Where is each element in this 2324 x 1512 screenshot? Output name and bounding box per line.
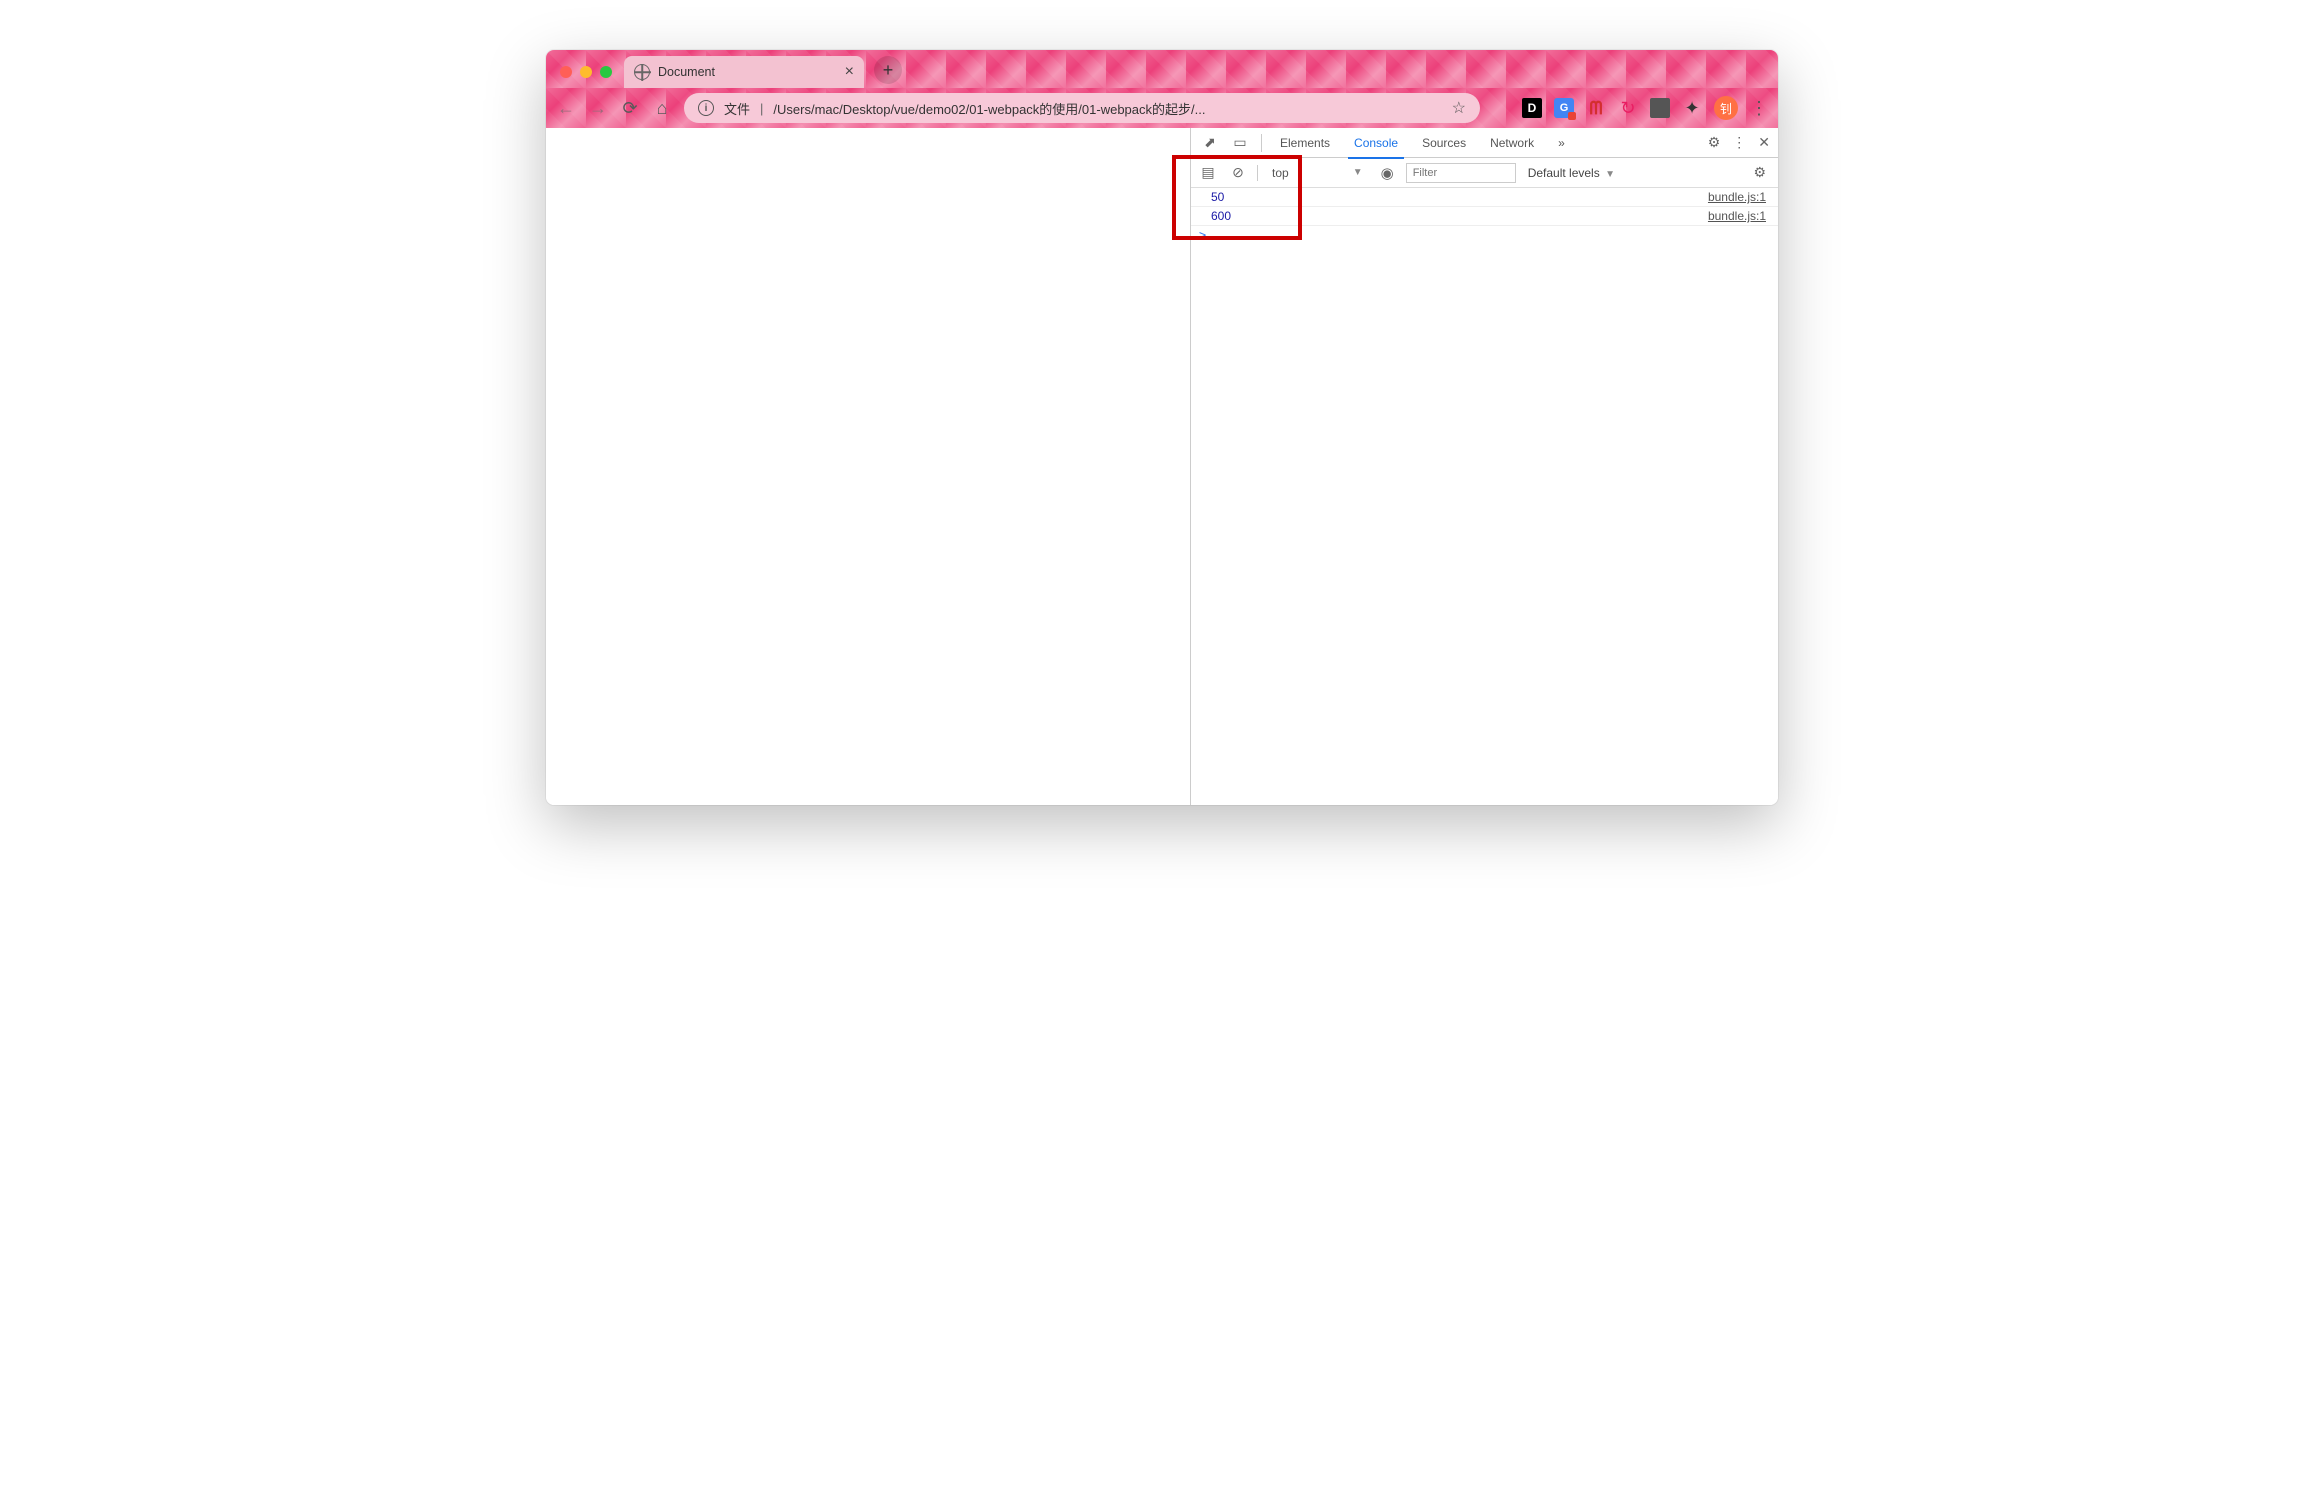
profile-avatar[interactable]: 钊 — [1714, 96, 1738, 120]
chevron-down-icon: ▼ — [1605, 169, 1615, 180]
google-translate-icon[interactable]: G — [1554, 98, 1574, 118]
globe-icon — [634, 64, 650, 80]
url-path: /Users/mac/Desktop/vue/demo02/01-webpack… — [773, 99, 1441, 118]
home-button[interactable]: ⌂ — [652, 98, 672, 119]
refresh-extension-icon[interactable]: ↻ — [1618, 98, 1638, 118]
devtools-tab-bar: ⬈ ▭ Elements Console Sources Network » ⚙… — [1191, 128, 1778, 158]
device-toolbar-icon[interactable]: ▭ — [1227, 134, 1253, 151]
back-button[interactable]: ← — [556, 98, 576, 119]
browser-tab[interactable]: Document × — [624, 56, 864, 88]
reload-button[interactable]: ⟳ — [620, 98, 640, 119]
extensions-puzzle-icon[interactable]: ✦ — [1682, 98, 1702, 118]
minimize-window-button[interactable] — [580, 66, 592, 78]
url-separator: | — [760, 101, 763, 116]
live-expression-icon[interactable]: ◉ — [1381, 164, 1394, 182]
qr-extension-icon[interactable] — [1492, 99, 1510, 117]
close-tab-button[interactable]: × — [845, 63, 854, 81]
console-prompt[interactable]: > — [1191, 226, 1778, 244]
log-value: 600 — [1211, 209, 1231, 223]
console-log-area: 50 bundle.js:1 600 bundle.js:1 > — [1191, 188, 1778, 244]
execution-context-selector[interactable]: top ▼ — [1266, 166, 1369, 180]
devtools-kebab-icon[interactable]: ⋮ — [1732, 134, 1746, 151]
close-window-button[interactable] — [560, 66, 572, 78]
browser-window: Document × + ← → ⟳ ⌂ i 文件 | /Users/mac/D… — [546, 50, 1778, 805]
content-area: ⬈ ▭ Elements Console Sources Network » ⚙… — [546, 128, 1778, 805]
m-extension-icon[interactable]: ᗰ — [1586, 98, 1606, 118]
site-info-icon[interactable]: i — [698, 100, 714, 116]
window-controls — [554, 66, 624, 88]
square-extension-icon[interactable] — [1650, 98, 1670, 118]
console-sidebar-toggle-icon[interactable]: ▤ — [1197, 164, 1219, 181]
tab-more[interactable]: » — [1548, 128, 1575, 158]
log-levels-selector[interactable]: Default levels ▼ — [1528, 166, 1615, 180]
inspect-element-icon[interactable]: ⬈ — [1197, 134, 1223, 151]
maximize-window-button[interactable] — [600, 66, 612, 78]
tab-strip: Document × + — [546, 50, 1778, 88]
rendered-page — [546, 128, 1191, 805]
devtools-close-icon[interactable]: ✕ — [1758, 134, 1770, 151]
console-log-row: 600 bundle.js:1 — [1191, 207, 1778, 226]
devtools-panel: ⬈ ▭ Elements Console Sources Network » ⚙… — [1191, 128, 1778, 805]
divider — [1257, 165, 1258, 181]
new-tab-button[interactable]: + — [874, 56, 902, 84]
tab-sources[interactable]: Sources — [1412, 128, 1476, 158]
browser-menu-button[interactable]: ⋮ — [1750, 98, 1768, 119]
tab-elements[interactable]: Elements — [1270, 128, 1340, 158]
chevron-down-icon: ▼ — [1353, 167, 1363, 178]
devtools-settings-icon[interactable]: ⚙ — [1708, 134, 1721, 151]
console-settings-icon[interactable]: ⚙ — [1753, 164, 1772, 181]
log-value: 50 — [1211, 190, 1224, 204]
tab-title: Document — [658, 65, 715, 79]
tab-network[interactable]: Network — [1480, 128, 1544, 158]
extensions-area: D G ᗰ ↻ ✦ 钊 ⋮ — [1492, 96, 1768, 120]
forward-button[interactable]: → — [588, 98, 608, 119]
url-scheme-label: 文件 — [724, 99, 750, 118]
browser-toolbar: ← → ⟳ ⌂ i 文件 | /Users/mac/Desktop/vue/de… — [546, 88, 1778, 128]
tab-console[interactable]: Console — [1344, 128, 1408, 158]
log-source-link[interactable]: bundle.js:1 — [1708, 209, 1766, 223]
console-filter-input[interactable] — [1406, 163, 1516, 183]
clear-console-icon[interactable]: ⊘ — [1227, 164, 1249, 181]
console-toolbar: ▤ ⊘ top ▼ ◉ Default levels ▼ ⚙ — [1191, 158, 1778, 188]
bookmark-star-icon[interactable]: ☆ — [1452, 98, 1466, 118]
dark-extension-icon[interactable]: D — [1522, 98, 1542, 118]
address-bar[interactable]: i 文件 | /Users/mac/Desktop/vue/demo02/01-… — [684, 93, 1480, 123]
divider — [1261, 134, 1262, 152]
console-log-row: 50 bundle.js:1 — [1191, 188, 1778, 207]
log-source-link[interactable]: bundle.js:1 — [1708, 190, 1766, 204]
